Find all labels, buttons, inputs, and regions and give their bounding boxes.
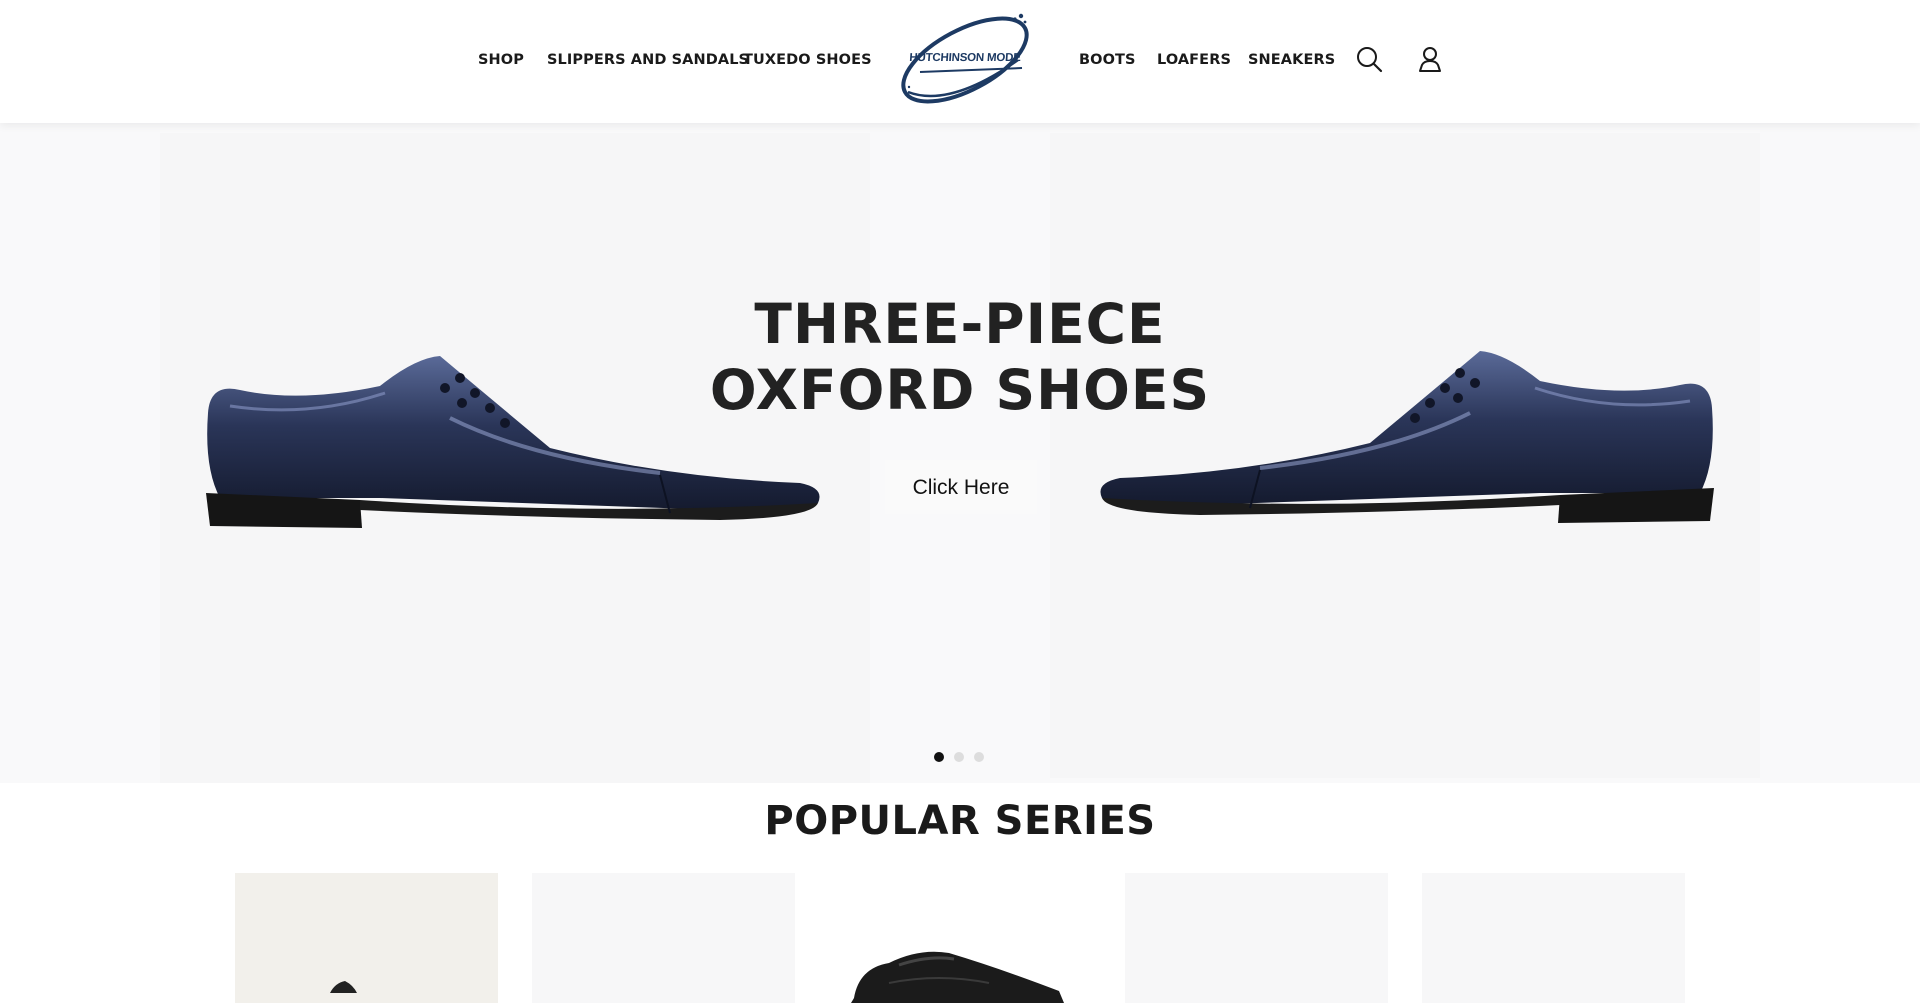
nav-link-sneakers[interactable]: SNEAKERS: [1248, 52, 1335, 68]
series-card-3[interactable]: [829, 873, 1092, 1003]
series-card-1-image: [330, 981, 357, 993]
hero-title-line-1: THREE-PIECE: [754, 292, 1166, 356]
series-card-3-image: [851, 951, 1064, 1003]
slider-pagination: [934, 752, 984, 764]
series-card-2[interactable]: [532, 873, 795, 1003]
nav-link-shop[interactable]: SHOP: [478, 52, 524, 68]
popular-series-title: POPULAR SERIES: [764, 798, 1156, 844]
nav-link-boots[interactable]: BOOTS: [1079, 52, 1136, 68]
slider-dot-2[interactable]: [954, 752, 964, 762]
series-card-4[interactable]: [1125, 873, 1388, 1003]
nav-link-tuxedo-shoes[interactable]: TUXEDO SHOES: [743, 52, 872, 68]
nav-link-slippers-and-sandals[interactable]: SLIPPERS AND SANDALS: [547, 52, 749, 68]
hero-slider: THREE-PIECE OXFORD SHOES Click Here: [0, 123, 1920, 783]
series-card-5[interactable]: [1422, 873, 1685, 1003]
hero-title: THREE-PIECE OXFORD SHOES: [660, 291, 1260, 423]
hero-title-line-2: OXFORD SHOES: [709, 358, 1211, 422]
series-card-1[interactable]: [235, 873, 498, 1003]
slider-dot-1[interactable]: [934, 752, 944, 762]
slider-dot-3[interactable]: [974, 752, 984, 762]
hero-cta-button[interactable]: Click Here: [885, 460, 1037, 514]
brand-logo[interactable]: HUTCHINSON MODE: [890, 10, 1040, 110]
search-icon[interactable]: [1355, 45, 1383, 73]
logo-text: HUTCHINSON MODE: [908, 52, 1022, 64]
user-icon[interactable]: [1416, 45, 1444, 73]
nav-link-loafers[interactable]: LOAFERS: [1157, 52, 1231, 68]
site-header: SHOP SLIPPERS AND SANDALS TUXEDO SHOES H…: [0, 0, 1920, 123]
